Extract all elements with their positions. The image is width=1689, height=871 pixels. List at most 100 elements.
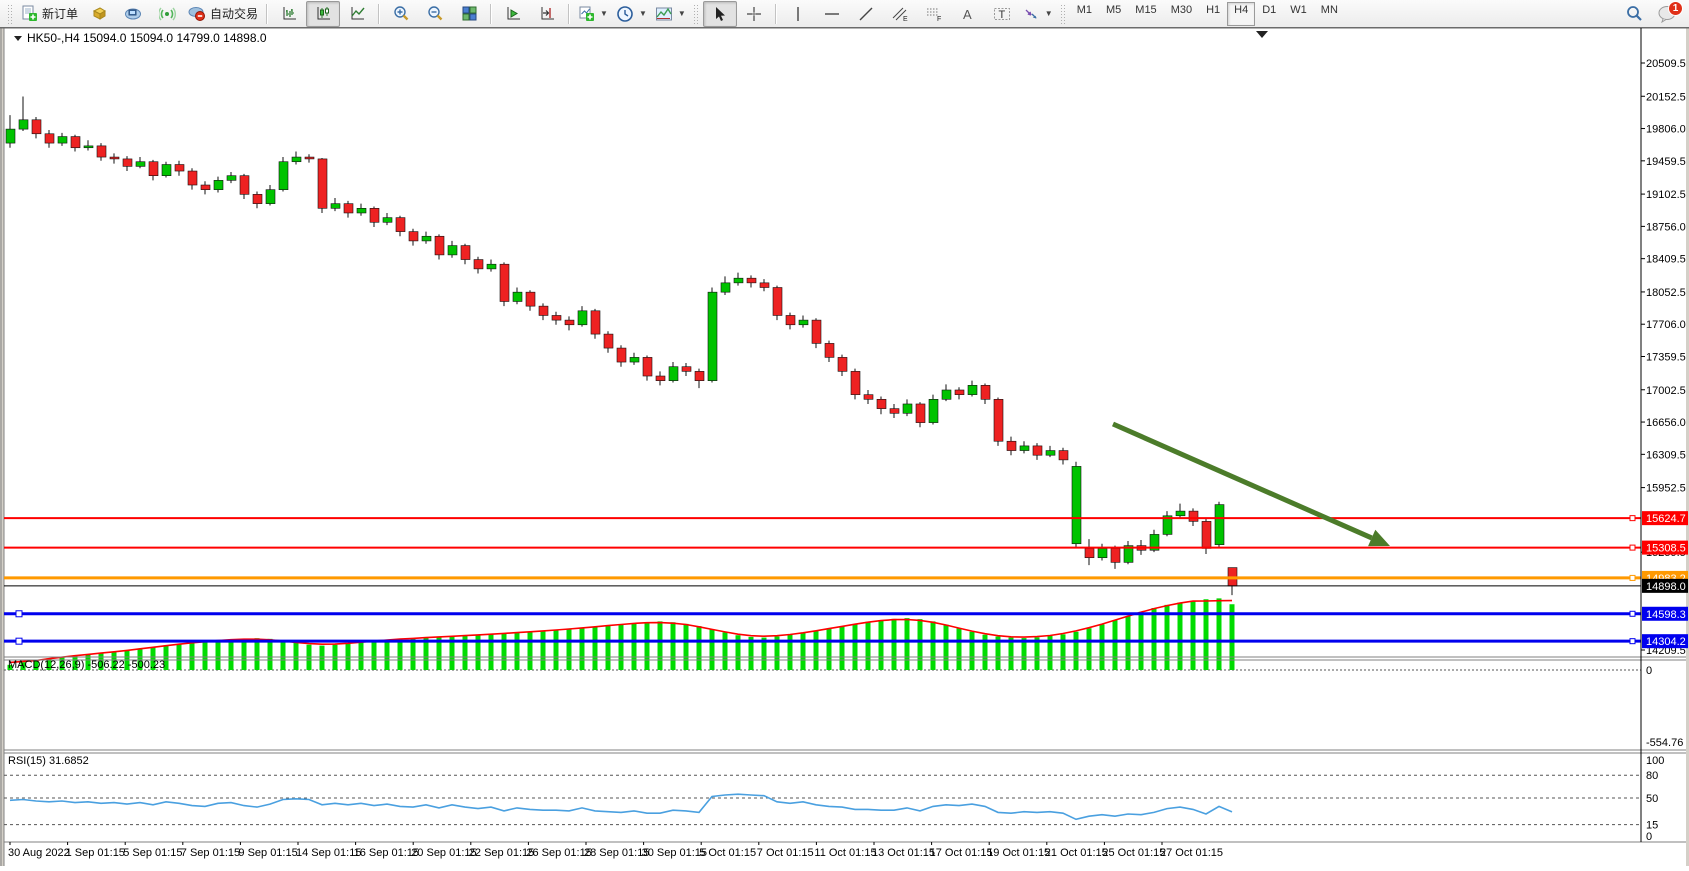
label-tool-button[interactable]: T bbox=[985, 1, 1019, 27]
indicators-button[interactable]: ▼ bbox=[574, 1, 612, 27]
svg-text:13 Oct 01:15: 13 Oct 01:15 bbox=[872, 847, 935, 859]
trendline-tool-button[interactable] bbox=[849, 1, 883, 27]
search-button[interactable] bbox=[1617, 1, 1651, 27]
svg-text:19 Oct 01:15: 19 Oct 01:15 bbox=[987, 847, 1050, 859]
yellow-cube-icon bbox=[91, 5, 108, 22]
arrow-objects-icon bbox=[1023, 6, 1040, 22]
svg-text:19459.5: 19459.5 bbox=[1646, 156, 1686, 168]
svg-text:0: 0 bbox=[1646, 831, 1652, 843]
cube-button[interactable] bbox=[82, 1, 116, 27]
auto-trading-label: 自动交易 bbox=[210, 5, 258, 22]
chart-shift-button[interactable] bbox=[530, 1, 564, 27]
bar-chart-icon bbox=[281, 5, 298, 22]
svg-text:E: E bbox=[903, 16, 908, 22]
svg-text:RSI(15) 31.6852: RSI(15) 31.6852 bbox=[8, 755, 89, 767]
separator bbox=[775, 4, 777, 24]
channel-tool-button[interactable]: E bbox=[883, 1, 917, 27]
svg-text:14304.2: 14304.2 bbox=[1646, 636, 1686, 648]
template-icon bbox=[655, 6, 673, 22]
auto-trading-button[interactable]: 自动交易 bbox=[184, 1, 262, 27]
timeframe-button-MN[interactable]: MN bbox=[1314, 2, 1345, 26]
timeframe-button-D1[interactable]: D1 bbox=[1255, 2, 1283, 26]
toolbar-grip[interactable] bbox=[1060, 4, 1067, 24]
svg-text:18052.5: 18052.5 bbox=[1646, 287, 1686, 299]
fibonacci-tool-button[interactable]: F bbox=[917, 1, 951, 27]
notifications-button[interactable]: 1 bbox=[1657, 3, 1679, 25]
zoom-in-icon bbox=[392, 5, 410, 23]
fibonacci-icon: F bbox=[925, 6, 943, 22]
svg-text:11 Oct 01:15: 11 Oct 01:15 bbox=[814, 847, 876, 859]
svg-text:0: 0 bbox=[1646, 665, 1652, 677]
separator bbox=[490, 4, 492, 24]
tile-windows-button[interactable] bbox=[452, 1, 486, 27]
dropdown-arrow: ▼ bbox=[639, 9, 647, 18]
toolbar-grip[interactable] bbox=[7, 4, 14, 24]
chart-canvas[interactable]: MACD(12,26,9) -506.22 -500.23RSI(15) 31.… bbox=[0, 0, 1689, 866]
auto-scroll-button[interactable] bbox=[496, 1, 530, 27]
timeframe-button-M15[interactable]: M15 bbox=[1128, 2, 1163, 26]
vertical-line-tool-button[interactable] bbox=[781, 1, 815, 27]
svg-text:20152.5: 20152.5 bbox=[1646, 91, 1686, 103]
crosshair-tool-button[interactable] bbox=[737, 1, 771, 27]
new-order-button[interactable]: 新订单 bbox=[17, 1, 82, 27]
svg-text:14 Sep 01:15: 14 Sep 01:15 bbox=[296, 847, 361, 859]
cursor-icon bbox=[712, 6, 728, 22]
svg-text:A: A bbox=[963, 7, 972, 22]
svg-text:16656.0: 16656.0 bbox=[1646, 417, 1686, 429]
arrows-tool-button[interactable]: ▼ bbox=[1019, 1, 1057, 27]
svg-text:15952.5: 15952.5 bbox=[1646, 483, 1686, 495]
svg-text:HK50-,H4 15094.0 15094.0 1479: HK50-,H4 15094.0 15094.0 14799.0 14898.0 bbox=[27, 31, 267, 45]
svg-text:16309.5: 16309.5 bbox=[1646, 449, 1686, 461]
auto-scroll-icon bbox=[505, 5, 522, 22]
crosshair-icon bbox=[746, 6, 762, 22]
svg-text:20509.5: 20509.5 bbox=[1646, 58, 1686, 70]
svg-text:14898.0: 14898.0 bbox=[1646, 581, 1686, 593]
periods-button[interactable]: ▼ bbox=[612, 1, 651, 27]
svg-text:17002.5: 17002.5 bbox=[1646, 385, 1686, 397]
dropdown-arrow: ▼ bbox=[600, 9, 608, 18]
bar-chart-mode-button[interactable] bbox=[272, 1, 306, 27]
timeframe-button-W1[interactable]: W1 bbox=[1283, 2, 1314, 26]
timeframe-button-M30[interactable]: M30 bbox=[1164, 2, 1199, 26]
dropdown-arrow: ▼ bbox=[1045, 9, 1053, 18]
svg-text:17706.0: 17706.0 bbox=[1646, 319, 1686, 331]
svg-text:80: 80 bbox=[1646, 770, 1658, 782]
clock-icon bbox=[616, 5, 634, 23]
separator bbox=[378, 4, 380, 24]
text-tool-button[interactable]: A bbox=[951, 1, 985, 27]
timeframe-button-M5[interactable]: M5 bbox=[1099, 2, 1128, 26]
signal-button[interactable] bbox=[150, 1, 184, 27]
svg-text:7 Oct 01:15: 7 Oct 01:15 bbox=[757, 847, 814, 859]
svg-text:22 Sep 01:15: 22 Sep 01:15 bbox=[469, 847, 534, 859]
svg-text:30 Sep 01:15: 30 Sep 01:15 bbox=[642, 847, 707, 859]
svg-text:18756.0: 18756.0 bbox=[1646, 221, 1686, 233]
add-indicator-icon bbox=[578, 5, 595, 22]
timeframe-button-H1[interactable]: H1 bbox=[1199, 2, 1227, 26]
svg-text:100: 100 bbox=[1646, 755, 1664, 767]
trading-chart[interactable]: MACD(12,26,9) -506.22 -500.23RSI(15) 31.… bbox=[0, 0, 1689, 866]
text-label-icon: T bbox=[993, 6, 1011, 22]
svg-text:5 Sep 01:15: 5 Sep 01:15 bbox=[123, 847, 182, 859]
cloud-terminal-button[interactable] bbox=[116, 1, 150, 27]
candlestick-icon bbox=[315, 5, 332, 22]
candlestick-mode-button[interactable] bbox=[306, 1, 340, 27]
svg-text:5 Oct 01:15: 5 Oct 01:15 bbox=[699, 847, 756, 859]
trendline-icon bbox=[858, 6, 874, 22]
search-icon bbox=[1625, 4, 1644, 23]
templates-button[interactable]: ▼ bbox=[651, 1, 690, 27]
line-chart-mode-button[interactable] bbox=[340, 1, 374, 27]
toolbar-grip[interactable] bbox=[693, 4, 700, 24]
zoom-out-icon bbox=[426, 5, 444, 23]
timeframe-button-M1[interactable]: M1 bbox=[1070, 2, 1099, 26]
svg-text:21 Oct 01:15: 21 Oct 01:15 bbox=[1045, 847, 1108, 859]
zoom-in-button[interactable] bbox=[384, 1, 418, 27]
chart-shift-icon bbox=[539, 5, 556, 22]
svg-text:T: T bbox=[998, 9, 1005, 21]
horizontal-line-tool-button[interactable] bbox=[815, 1, 849, 27]
timeframe-button-H4[interactable]: H4 bbox=[1227, 2, 1255, 26]
zoom-out-button[interactable] bbox=[418, 1, 452, 27]
cursor-tool-button[interactable] bbox=[703, 1, 737, 27]
chart-title: HK50-,H4 15094.0 15094.0 14799.0 14898.0 bbox=[14, 31, 267, 45]
auto-trading-icon bbox=[188, 5, 206, 22]
svg-text:19806.0: 19806.0 bbox=[1646, 124, 1686, 136]
